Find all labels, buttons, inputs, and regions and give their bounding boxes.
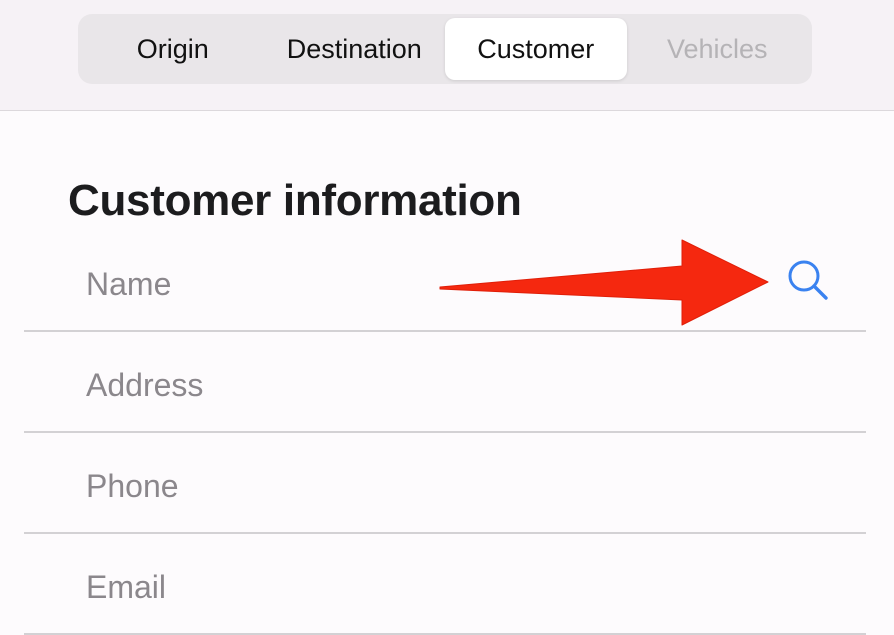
- top-toolbar: Origin Destination Customer Vehicles: [0, 0, 894, 111]
- search-button[interactable]: [778, 250, 838, 310]
- email-input[interactable]: [86, 565, 726, 609]
- tab-origin[interactable]: Origin: [82, 18, 264, 80]
- name-input[interactable]: [86, 262, 726, 306]
- search-icon: [788, 260, 828, 300]
- segmented-control: Origin Destination Customer Vehicles: [78, 14, 812, 84]
- tab-destination[interactable]: Destination: [264, 18, 446, 80]
- tab-customer[interactable]: Customer: [445, 18, 627, 80]
- address-input[interactable]: [86, 363, 726, 407]
- phone-field-row: [24, 434, 866, 534]
- tab-vehicles: Vehicles: [666, 33, 768, 64]
- address-field-row: [24, 333, 866, 433]
- section-title: Customer information: [68, 176, 522, 225]
- phone-input[interactable]: [86, 464, 726, 508]
- email-field-row: [24, 535, 866, 635]
- name-field-row: [24, 232, 866, 332]
